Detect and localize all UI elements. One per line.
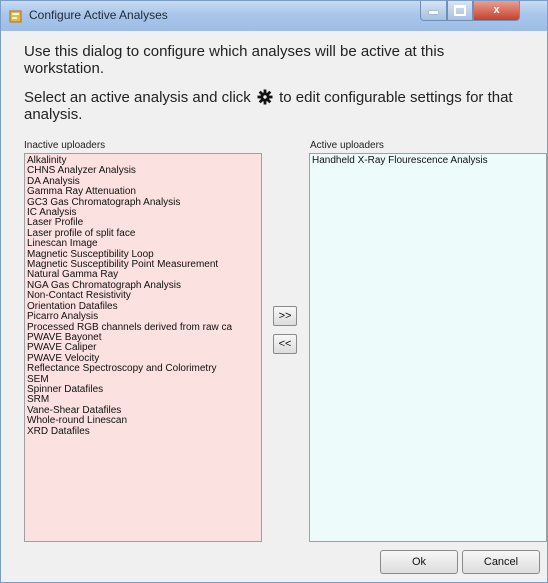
ok-button[interactable]: Ok: [380, 550, 458, 574]
list-item[interactable]: Reflectance Spectroscopy and Colorimetry: [26, 363, 260, 374]
add-to-active-button[interactable]: >>: [273, 306, 297, 326]
configure-dialog: Configure Active Analyses x Use this dia…: [0, 0, 548, 583]
instruction-text-before: Select an active analysis and click: [24, 89, 251, 106]
instruction-text: Select an active analysis and click to e…: [24, 89, 534, 123]
minimize-icon: [429, 11, 438, 14]
active-uploaders-label: Active uploaders: [310, 140, 384, 151]
intro-text: Use this dialog to configure which analy…: [24, 43, 445, 77]
remove-from-active-button[interactable]: <<: [273, 334, 297, 354]
list-item[interactable]: Whole-round Linescan: [26, 415, 260, 426]
list-item[interactable]: Picarro Analysis: [26, 311, 260, 322]
inactive-uploaders-list[interactable]: Alkalinity CHNS Analyzer Analysis DA Analy…: [24, 153, 262, 542]
close-button[interactable]: x: [473, 1, 520, 21]
minimize-button[interactable]: [420, 1, 447, 21]
list-item[interactable]: XRD Datafiles: [26, 426, 260, 437]
title-bar[interactable]: Configure Active Analyses x: [1, 1, 547, 31]
app-icon: [9, 10, 22, 23]
list-item[interactable]: Spinner Datafiles: [26, 384, 260, 395]
list-item[interactable]: Handheld X-Ray Flourescence Analysis: [311, 155, 545, 166]
maximize-button[interactable]: [447, 1, 473, 21]
maximize-icon: [454, 5, 466, 16]
window-title: Configure Active Analyses: [29, 8, 168, 22]
active-uploaders-list[interactable]: Handheld X-Ray Flourescence Analysis: [309, 153, 547, 542]
inactive-uploaders-label: Inactive uploaders: [24, 140, 106, 151]
gear-icon: [257, 89, 273, 105]
cancel-button[interactable]: Cancel: [462, 550, 540, 574]
